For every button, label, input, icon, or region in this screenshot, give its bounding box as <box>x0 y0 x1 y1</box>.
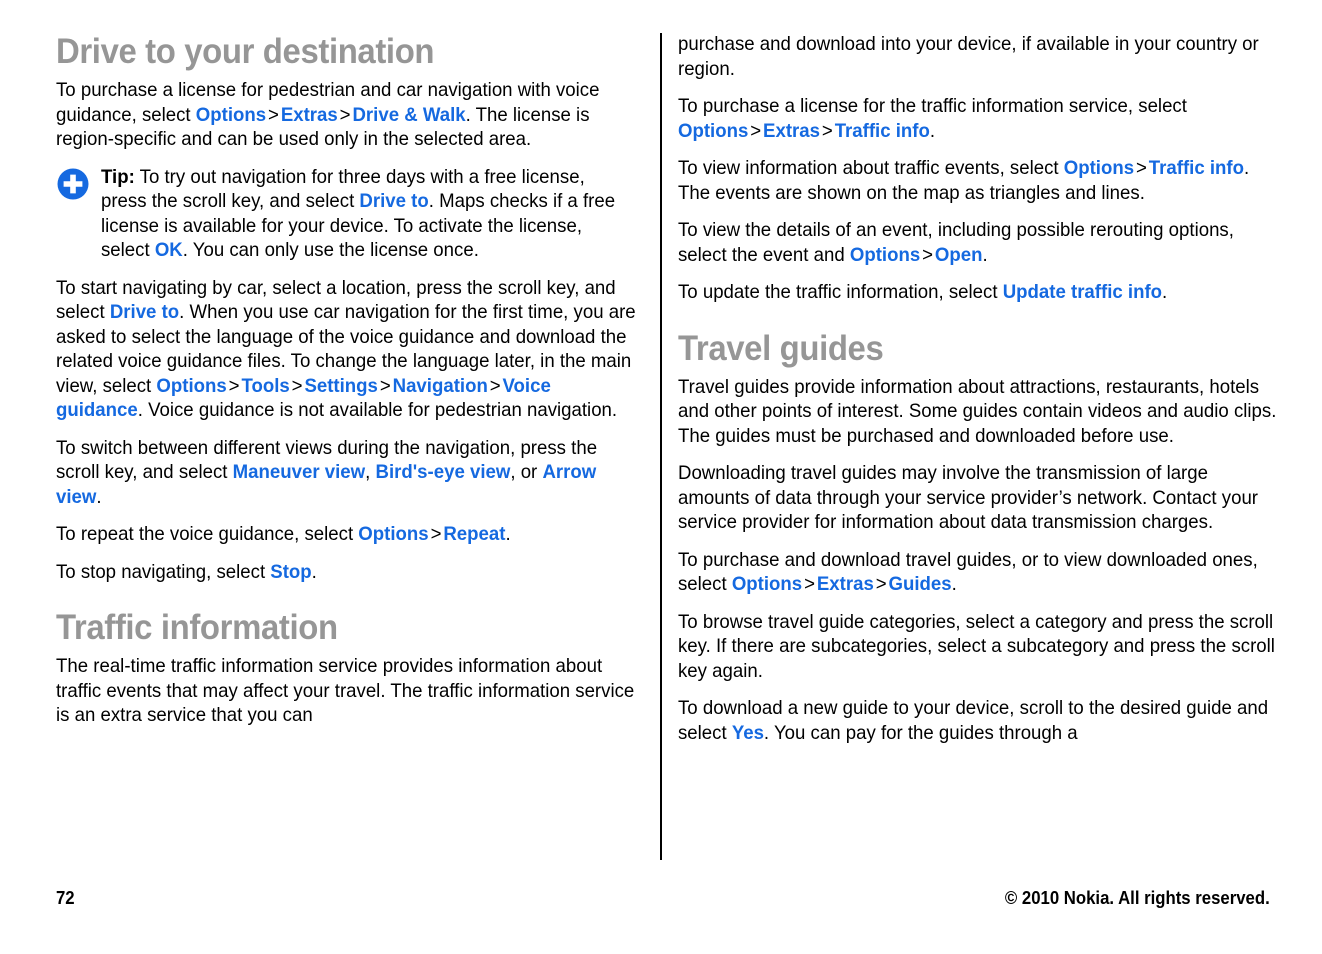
paragraph-update-traffic: To update the traffic information, selec… <box>678 280 1281 305</box>
copyright-notice: © 2010 Nokia. All rights reserved. <box>1005 888 1270 908</box>
paragraph-view-traffic-events: To view information about traffic events… <box>678 156 1281 205</box>
text-run: . <box>982 243 988 266</box>
text-run: To purchase a license for the traffic in… <box>678 95 1187 117</box>
paragraph-repeat-guidance: To repeat the voice guidance, select Opt… <box>56 522 640 547</box>
menu-link-options[interactable]: Options <box>196 104 266 126</box>
menu-separator: > <box>821 119 833 142</box>
text-run: . <box>96 485 102 508</box>
menu-link-traffic-info[interactable]: Traffic info <box>1149 157 1244 179</box>
menu-separator: > <box>1136 157 1147 179</box>
tip-label: Tip: <box>101 165 135 188</box>
menu-link-yes[interactable]: Yes <box>732 722 764 744</box>
paragraph-purchase-guides: To purchase and download travel guides, … <box>678 548 1281 597</box>
menu-separator: > <box>339 103 351 126</box>
text-run: . <box>505 523 511 545</box>
tip-block: Tip: To try out navigation for three day… <box>56 165 641 263</box>
paragraph-traffic-intro-continued: purchase and download into your device, … <box>678 33 1259 80</box>
menu-separator: > <box>875 573 887 595</box>
menu-link-repeat[interactable]: Repeat <box>443 523 505 545</box>
section-title-traffic-information: Traffic information <box>56 608 338 647</box>
menu-link-drive-to[interactable]: Drive to <box>359 190 428 212</box>
text-run: , <box>365 461 376 483</box>
menu-link-extras[interactable]: Extras <box>763 120 820 142</box>
tip-plus-icon <box>56 167 90 201</box>
left-column: Drive to your destination To purchase a … <box>0 0 661 870</box>
menu-link-settings[interactable]: Settings <box>304 375 377 397</box>
menu-link-options[interactable]: Options <box>732 573 802 595</box>
menu-separator: > <box>228 374 240 397</box>
text-run: , or <box>510 461 543 483</box>
menu-link-ok[interactable]: OK <box>155 239 183 261</box>
paragraph-stop-navigating: To stop navigating, select Stop. <box>56 560 640 585</box>
text-run: . <box>929 119 936 142</box>
paragraph-travel-guides-intro: Travel guides provide information about … <box>678 375 1277 447</box>
page-columns: Drive to your destination To purchase a … <box>0 0 1322 870</box>
text-run: . You can pay for the guides through a <box>763 721 1078 744</box>
menu-link-traffic-info[interactable]: Traffic info <box>835 120 930 142</box>
section-title-travel-guides: Travel guides <box>678 328 884 368</box>
paragraph-traffic-intro: The real-time traffic information servic… <box>56 655 635 726</box>
text-run: . <box>1162 281 1168 303</box>
menu-separator: > <box>291 374 303 397</box>
text-run: To view information about traffic events… <box>678 157 1064 179</box>
page-title: Drive to your destination <box>56 32 435 71</box>
menu-link-drive-and-walk[interactable]: Drive & Walk <box>352 104 465 126</box>
menu-link-guides[interactable]: Guides <box>889 573 952 595</box>
menu-link-options[interactable]: Options <box>358 523 428 545</box>
menu-link-birds-eye-view[interactable]: Bird's-eye view <box>375 461 510 483</box>
text-run: To update the traffic information, selec… <box>678 281 1003 303</box>
paragraph-event-details: To view the details of an event, includi… <box>678 218 1281 267</box>
menu-separator: > <box>922 243 934 266</box>
text-run: . Voice guidance is not available for pe… <box>137 399 618 421</box>
menu-link-options[interactable]: Options <box>678 120 748 142</box>
paragraph-license-purchase: To purchase a license for pedestrian and… <box>56 78 640 152</box>
menu-separator: > <box>804 573 815 595</box>
menu-link-extras[interactable]: Extras <box>281 104 338 126</box>
paragraph-traffic-license: To purchase a license for the traffic in… <box>678 94 1281 143</box>
text-run: . <box>311 560 317 583</box>
menu-separator: > <box>268 103 279 126</box>
paragraph-data-transmission: Downloading travel guides may involve th… <box>678 462 1259 533</box>
menu-link-open[interactable]: Open <box>935 244 983 266</box>
text-run: To stop navigating, select <box>56 560 271 583</box>
menu-link-navigation[interactable]: Navigation <box>393 375 488 397</box>
menu-link-stop[interactable]: Stop <box>270 561 311 583</box>
menu-link-options[interactable]: Options <box>850 244 920 266</box>
text-run: . You can only use the license once. <box>182 239 479 261</box>
menu-link-tools[interactable]: Tools <box>241 375 289 397</box>
menu-separator: > <box>430 523 442 545</box>
menu-link-drive-to[interactable]: Drive to <box>110 301 179 323</box>
tip-paragraph: Tip: To try out navigation for three day… <box>101 165 617 263</box>
right-column: purchase and download into your device, … <box>661 0 1322 870</box>
paragraph-download-guide: To download a new guide to your device, … <box>678 696 1281 745</box>
paragraph-start-navigating: To start navigating by car, select a loc… <box>56 276 640 423</box>
menu-link-extras[interactable]: Extras <box>817 573 874 595</box>
page-number: 72 <box>56 888 75 908</box>
paragraph-browse-categories: To browse travel guide categories, selec… <box>678 610 1275 682</box>
menu-separator: > <box>489 374 501 397</box>
text-run: To repeat the voice guidance, select <box>56 523 359 545</box>
manual-page: Drive to your destination To purchase a … <box>0 0 1322 954</box>
page-footer: 72 © 2010 Nokia. All rights reserved. <box>0 870 1322 954</box>
text-run: . <box>951 573 957 595</box>
menu-link-maneuver-view[interactable]: Maneuver view <box>233 461 365 483</box>
menu-link-options[interactable]: Options <box>156 375 226 397</box>
menu-link-update-traffic-info[interactable]: Update traffic info <box>1003 281 1162 303</box>
menu-separator: > <box>379 374 391 397</box>
menu-link-options[interactable]: Options <box>1064 157 1134 179</box>
paragraph-switch-views: To switch between different views during… <box>56 436 640 510</box>
menu-separator: > <box>750 119 762 142</box>
